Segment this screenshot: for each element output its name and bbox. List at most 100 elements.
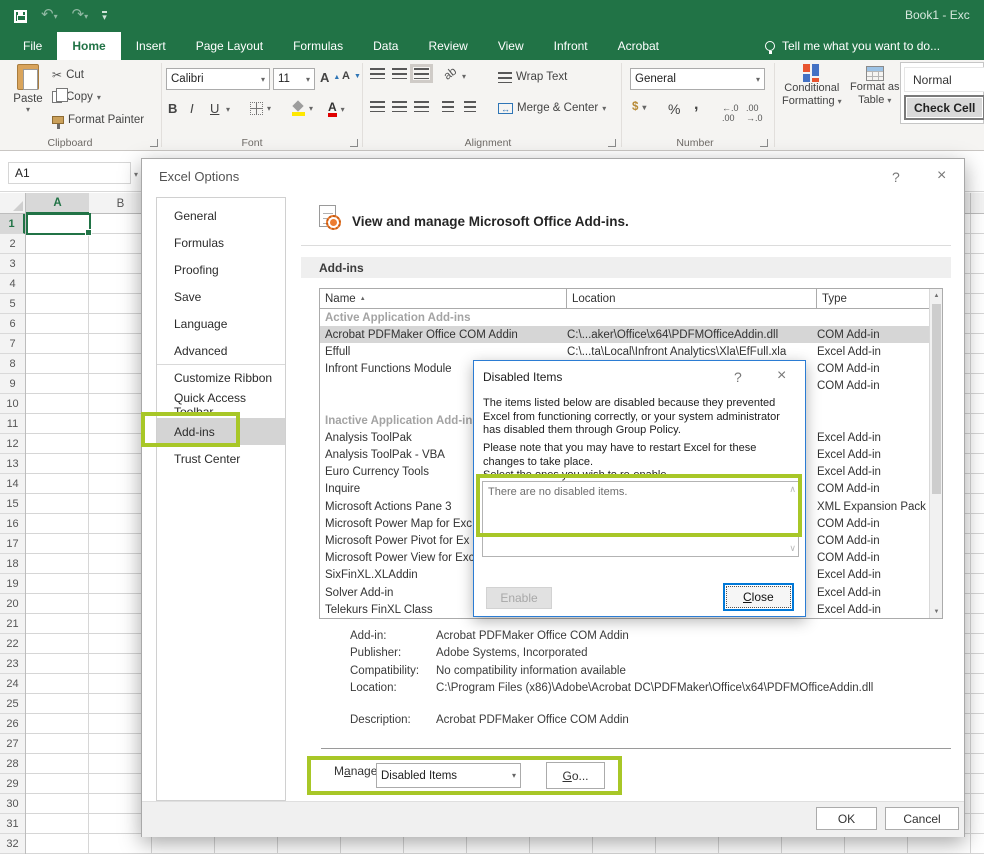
middle-align-button[interactable] [392,68,407,79]
scroll-down-icon[interactable]: ▼ [930,605,943,618]
sidebar-item[interactable]: Proofing [157,256,285,283]
align-right-button[interactable] [414,101,429,112]
row-header[interactable]: 22 [0,634,25,654]
row-header[interactable]: 23 [0,654,25,674]
row-header[interactable]: 9 [0,374,25,394]
enable-button[interactable]: Enable [486,587,552,609]
comma-button[interactable]: , [694,96,698,114]
ribbon-tab[interactable]: Formulas [278,32,358,60]
row-header[interactable]: 8 [0,354,25,374]
merge-center-button[interactable]: ↔ Merge & Center ▾ [498,102,606,114]
ribbon-tab[interactable]: Insert [121,32,181,60]
cut-button[interactable]: ✂ Cut [52,68,84,82]
customize-qat-icon[interactable]: ▾ [102,11,107,21]
fill-color-button[interactable]: ▾ [292,102,313,115]
decrease-indent-button[interactable] [442,101,454,112]
sidebar-item[interactable]: General [157,202,285,229]
sidebar-item[interactable]: Customize Ribbon [157,364,285,391]
undo-icon[interactable]: ↶▾ [41,5,58,27]
addin-row[interactable]: Acrobat PDFMaker Office COM Addin C:\...… [320,326,929,343]
increase-decimal-icon[interactable]: ←.0.00 [722,103,739,123]
row-header[interactable]: 5 [0,294,25,314]
selected-cell-a1[interactable] [26,213,91,235]
name-box[interactable]: A1 [8,162,131,184]
paste-dropdown-icon[interactable]: ▾ [8,105,48,114]
row-header[interactable]: 17 [0,534,25,554]
wrap-text-button[interactable]: Wrap Text [498,71,567,83]
top-align-button[interactable] [370,68,385,79]
row-header[interactable]: 25 [0,694,25,714]
row-header[interactable]: 6 [0,314,25,334]
cancel-button[interactable]: Cancel [885,807,959,830]
number-format-select[interactable]: General▾ [630,68,765,90]
row-header[interactable]: 16 [0,514,25,534]
format-as-table-button[interactable]: Format as Table ▾ [850,66,900,107]
row-header[interactable]: 21 [0,614,25,634]
row-header[interactable]: 18 [0,554,25,574]
increase-indent-button[interactable] [464,101,476,112]
row-header[interactable]: 2 [0,234,25,254]
style-check-cell[interactable]: Check Cell [904,95,984,120]
row-header[interactable]: 28 [0,754,25,774]
sidebar-item[interactable]: Save [157,283,285,310]
row-header[interactable]: 30 [0,794,25,814]
disabled-items-list[interactable]: There are no disabled items. ∧ ∨ [482,481,799,557]
decrease-decimal-icon[interactable]: .00→.0 [746,103,763,123]
row-header[interactable]: 31 [0,814,25,834]
manage-select[interactable]: Disabled Items▾ [376,763,521,788]
addin-row[interactable]: Effull C:\...ta\Local\Infront Analytics\… [320,343,929,360]
borders-button[interactable]: ▾ [250,102,271,115]
column-header-type[interactable]: Type [817,289,929,308]
redo-icon[interactable]: ↷▾ [72,5,89,27]
sidebar-item[interactable]: Add-ins [157,418,285,445]
format-painter-button[interactable]: Format Painter [52,114,144,126]
row-header[interactable]: 14 [0,474,25,494]
alignment-dialog-launcher-icon[interactable] [608,139,616,147]
row-header[interactable]: 3 [0,254,25,274]
row-header[interactable]: 27 [0,734,25,754]
ribbon-tab[interactable]: View [483,32,539,60]
help-icon[interactable]: ? [734,369,742,385]
row-header[interactable]: 19 [0,574,25,594]
column-header-location[interactable]: Location [567,289,817,308]
currency-button[interactable]: $▾ [632,101,646,113]
ribbon-tab[interactable]: Review [413,32,482,60]
paste-button[interactable]: Paste ▾ [8,64,48,114]
row-header[interactable]: 15 [0,494,25,514]
sidebar-item[interactable]: Advanced [157,337,285,364]
row-header[interactable]: 29 [0,774,25,794]
font-family-select[interactable]: Calibri▾ [166,68,270,90]
sidebar-item[interactable]: Quick Access Toolbar [157,391,285,418]
orientation-dropdown-icon[interactable]: ▾ [462,72,466,81]
scroll-up-icon[interactable]: ∧ [789,484,796,495]
ribbon-tab[interactable]: File [8,32,57,60]
save-icon[interactable] [14,10,27,23]
row-header[interactable]: 12 [0,434,25,454]
style-normal[interactable]: Normal [904,67,984,92]
scroll-down-icon[interactable]: ∨ [789,543,796,554]
clipboard-dialog-launcher-icon[interactable] [150,139,158,147]
underline-dropdown-icon[interactable]: ▾ [226,105,230,114]
help-icon[interactable]: ? [892,169,900,185]
row-header[interactable]: 26 [0,714,25,734]
number-dialog-launcher-icon[interactable] [760,139,768,147]
go-button[interactable]: Go... [546,762,605,789]
align-center-button[interactable] [392,101,407,112]
close-icon[interactable]: × [937,167,946,185]
row-header[interactable]: 10 [0,394,25,414]
row-header[interactable]: 32 [0,834,25,854]
close-button[interactable]: Close [723,583,794,611]
tell-me-box[interactable]: Tell me what you want to do... [765,32,940,60]
copy-button[interactable]: Copy ▾ [52,91,101,103]
column-header[interactable]: A [26,193,89,214]
close-icon[interactable]: × [777,367,786,385]
sidebar-item[interactable]: Formulas [157,229,285,256]
row-header[interactable]: 7 [0,334,25,354]
conditional-formatting-button[interactable]: Conditional Formatting ▾ [782,64,842,108]
bold-button[interactable]: B [168,101,177,116]
table-scrollbar[interactable]: ▲ ▼ [929,289,942,618]
addin-row[interactable]: Active Application Add-ins [320,309,929,326]
scrollbar-thumb[interactable] [932,304,941,494]
italic-button[interactable]: I [190,101,194,116]
ribbon-tab[interactable]: Acrobat [603,32,674,60]
